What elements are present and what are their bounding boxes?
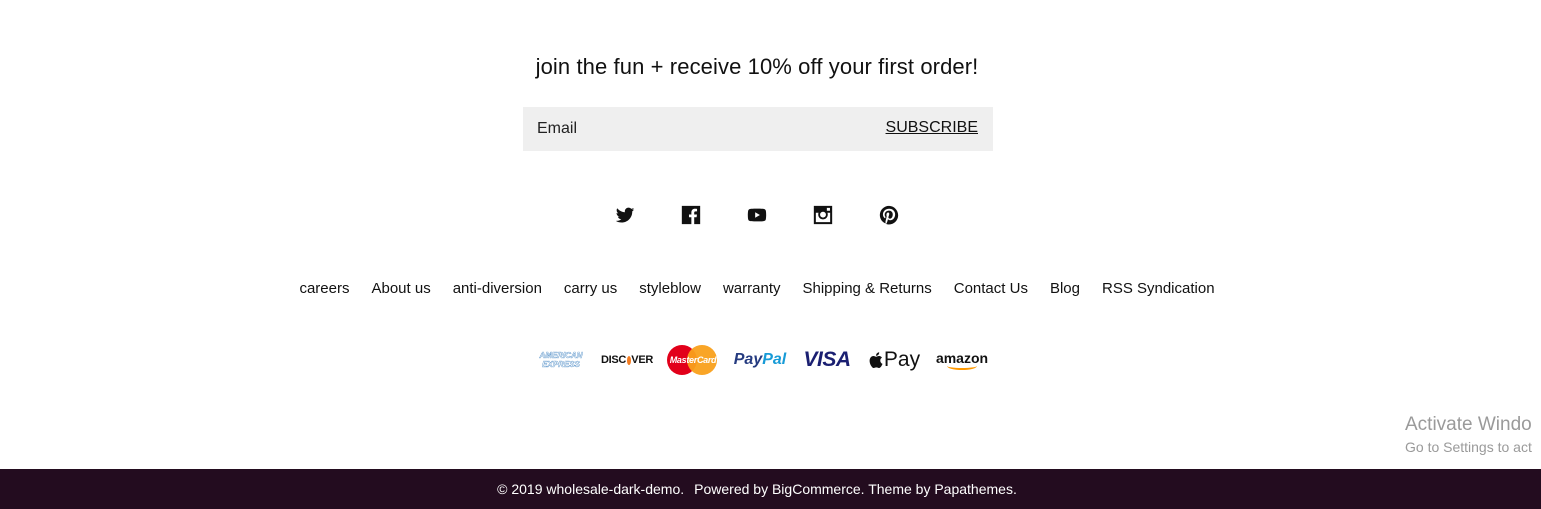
amex-line2: EXPRESS [542, 360, 580, 369]
apple-pay-text: Pay [883, 348, 921, 371]
youtube-link[interactable] [746, 204, 768, 226]
copyright-notice: © 2019 wholesale-dark-demo. [497, 481, 685, 497]
mastercard-icon: MasterCard [667, 344, 719, 376]
subscribe-button[interactable]: SUBSCRIBE [886, 119, 978, 137]
amazon-smile [947, 362, 977, 370]
newsletter-form: SUBSCRIBE [523, 107, 993, 151]
bigcommerce-link[interactable]: BigCommerce [772, 481, 861, 497]
footer-link-careers[interactable]: careers [299, 280, 349, 297]
discover-text-a: DISC [601, 354, 627, 366]
theme-prefix: . Theme by [860, 481, 935, 497]
twitter-link[interactable] [614, 204, 636, 226]
paypal-icon: Pay Pal [733, 344, 787, 376]
footer-link-anti-diversion[interactable]: anti-diversion [453, 280, 542, 297]
powered-prefix: Powered by [694, 481, 772, 497]
paypal-text-a: Pay [733, 351, 763, 368]
footer-link-rss-syndication[interactable]: RSS Syndication [1102, 280, 1215, 297]
footer-link-blog[interactable]: Blog [1050, 280, 1080, 297]
apple-pay-icon: Pay [867, 344, 921, 376]
theme-suffix: . [1012, 481, 1017, 497]
watermark-line1: Activate Windo [1405, 414, 1532, 435]
pinterest-link[interactable] [878, 204, 900, 226]
papathemes-link[interactable]: Papathemes [934, 481, 1013, 497]
facebook-link[interactable] [680, 204, 702, 226]
payment-methods: AMERICAN EXPRESS DISC VER MasterCard Pay P… [535, 343, 989, 377]
visa-icon: VISA [803, 348, 851, 371]
footer-link-shipping-returns[interactable]: Shipping & Returns [803, 280, 932, 297]
footer-link-warranty[interactable]: warranty [723, 280, 781, 297]
apple-logo-icon [869, 352, 883, 369]
footer-link-about-us[interactable]: About us [371, 280, 430, 297]
footer-link-contact-us[interactable]: Contact Us [954, 280, 1028, 297]
twitter-icon [615, 207, 635, 223]
youtube-icon [747, 208, 767, 222]
paypal-text-b: Pal [762, 351, 787, 368]
copyright-text: © 2019 wholesale-dark-demo. Powered by Bi… [497, 481, 1017, 497]
amazon-pay-icon: amazon [935, 344, 989, 376]
copyright-bar: © 2019 wholesale-dark-demo. Powered by Bi… [0, 469, 1541, 509]
discover-icon: DISC VER [601, 344, 653, 376]
footer-link-carry-us[interactable]: carry us [564, 280, 617, 297]
footer-nav: careers About us anti-diversion carry us… [0, 280, 1514, 297]
instagram-link[interactable] [812, 204, 834, 226]
amex-line1: AMERICAN [539, 351, 583, 360]
watermark-line2: Go to Settings to act [1405, 439, 1532, 455]
social-links [0, 204, 1514, 226]
activate-windows-watermark: Activate Windo Go to Settings to act [1405, 414, 1532, 455]
facebook-icon [681, 205, 701, 225]
footer-link-styleblow[interactable]: styleblow [639, 280, 701, 297]
discover-dot [626, 355, 631, 365]
newsletter-heading: join the fun + receive 10% off your firs… [535, 54, 979, 79]
instagram-icon [813, 205, 833, 225]
discover-text-b: VER [631, 354, 653, 366]
footer-page: join the fun + receive 10% off your firs… [0, 0, 1541, 509]
amex-icon: AMERICAN EXPRESS [535, 349, 587, 371]
email-input[interactable] [523, 107, 883, 151]
pinterest-icon [879, 205, 899, 225]
mastercard-text: MasterCard [669, 355, 717, 365]
